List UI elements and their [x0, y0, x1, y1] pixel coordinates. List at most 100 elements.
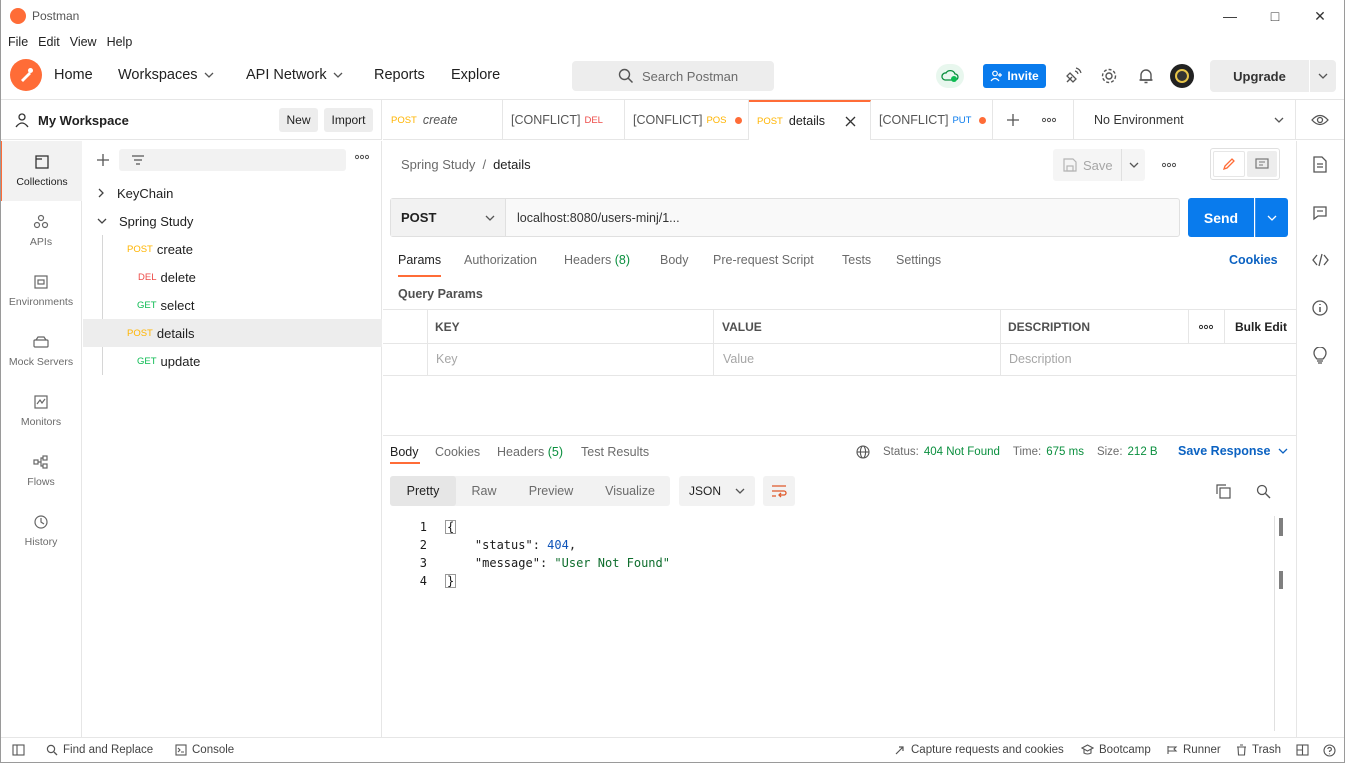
satellite-icon[interactable]: [1064, 67, 1082, 85]
send-options-button[interactable]: [1255, 198, 1288, 237]
add-collection-icon[interactable]: [96, 153, 110, 167]
tab-details[interactable]: POST details: [749, 100, 871, 140]
comments-icon[interactable]: [1312, 205, 1328, 221]
nav-reports[interactable]: Reports: [374, 67, 425, 83]
view-raw[interactable]: Raw: [456, 476, 512, 506]
request-item-select[interactable]: GET select: [83, 291, 382, 319]
view-visualize[interactable]: Visualize: [590, 476, 670, 506]
close-window-button[interactable]: ✕: [1300, 4, 1340, 28]
nav-workspaces[interactable]: Workspaces: [118, 67, 214, 83]
tab-conflict-post[interactable]: [CONFLICT] POS: [625, 100, 749, 140]
sidebar-item-apis[interactable]: APIs: [0, 201, 82, 261]
sidebar-item-environments[interactable]: Environments: [0, 261, 82, 321]
settings-gear-icon[interactable]: [1100, 67, 1118, 85]
find-replace-button[interactable]: Find and Replace: [46, 744, 153, 756]
tab-body[interactable]: Body: [660, 253, 689, 267]
request-item-delete[interactable]: DEL delete: [83, 263, 382, 291]
menu-help[interactable]: Help: [107, 35, 133, 49]
search-input[interactable]: Search Postman: [572, 61, 774, 91]
sync-status-icon[interactable]: [936, 64, 964, 88]
trash-button[interactable]: Trash: [1236, 744, 1281, 756]
tab-create[interactable]: POST create: [383, 100, 503, 140]
code-snippet-icon[interactable]: [1312, 253, 1329, 267]
scrollbar-thumb[interactable]: [1279, 518, 1283, 536]
value-input[interactable]: Value: [723, 352, 754, 366]
filter-input[interactable]: [119, 149, 346, 171]
search-icon[interactable]: [1256, 484, 1271, 499]
avatar[interactable]: [1170, 64, 1194, 88]
help-icon[interactable]: [1323, 744, 1336, 757]
tab-settings[interactable]: Settings: [896, 253, 941, 267]
collection-spring-study[interactable]: Spring Study: [83, 207, 382, 235]
tab-options-icon[interactable]: [1042, 117, 1056, 123]
time-value[interactable]: 675 ms: [1046, 446, 1084, 458]
edit-mode-button[interactable]: [1213, 151, 1245, 177]
maximize-button[interactable]: □: [1255, 4, 1295, 28]
response-tab-cookies[interactable]: Cookies: [435, 445, 480, 459]
nav-home[interactable]: Home: [54, 67, 93, 83]
view-preview[interactable]: Preview: [512, 476, 590, 506]
description-input[interactable]: Description: [1009, 352, 1072, 366]
info-icon[interactable]: [1312, 300, 1328, 316]
new-button[interactable]: New: [279, 108, 318, 132]
close-icon[interactable]: [845, 116, 856, 127]
cookies-link[interactable]: Cookies: [1229, 253, 1278, 267]
view-pretty[interactable]: Pretty: [390, 476, 456, 506]
request-item-create[interactable]: POST create: [83, 235, 382, 263]
menu-edit[interactable]: Edit: [38, 35, 60, 49]
sidebar-item-collections[interactable]: Collections: [0, 141, 82, 201]
minimize-button[interactable]: —: [1210, 4, 1250, 28]
menu-file[interactable]: File: [8, 35, 28, 49]
wrap-lines-button[interactable]: [763, 476, 795, 506]
request-more-options-icon[interactable]: [1162, 162, 1176, 168]
request-item-update[interactable]: GET update: [83, 347, 382, 375]
comment-mode-button[interactable]: [1247, 151, 1277, 177]
tab-conflict-del[interactable]: [CONFLICT] DEL: [503, 100, 625, 140]
tab-authorization[interactable]: Authorization: [464, 253, 537, 267]
lightbulb-icon[interactable]: [1313, 347, 1327, 364]
size-value[interactable]: 212 B: [1128, 446, 1158, 458]
save-response-button[interactable]: Save Response: [1178, 444, 1288, 458]
sidebar-item-history[interactable]: History: [0, 501, 82, 561]
postman-logo-icon[interactable]: [10, 59, 42, 91]
nav-api-network[interactable]: API Network: [246, 67, 343, 83]
bulk-edit-button[interactable]: Bulk Edit: [1235, 320, 1287, 334]
tab-tests[interactable]: Tests: [842, 253, 871, 267]
bootcamp-button[interactable]: Bootcamp: [1081, 744, 1151, 756]
two-pane-icon[interactable]: [1296, 744, 1309, 756]
collection-keychain[interactable]: KeyChain: [83, 179, 382, 207]
invite-button[interactable]: Invite: [983, 64, 1046, 88]
nav-explore[interactable]: Explore: [451, 67, 500, 83]
response-tab-headers[interactable]: Headers (5): [497, 445, 563, 459]
sidebar-item-flows[interactable]: Flows: [0, 441, 82, 501]
add-tab-icon[interactable]: [1006, 113, 1020, 127]
save-options-button[interactable]: [1121, 149, 1145, 181]
capture-button[interactable]: Capture requests and cookies: [894, 744, 1064, 756]
import-button[interactable]: Import: [324, 108, 373, 132]
more-options-icon[interactable]: [355, 154, 369, 160]
runner-button[interactable]: Runner: [1166, 744, 1221, 756]
response-tab-test-results[interactable]: Test Results: [581, 445, 649, 459]
toggle-sidebar-icon[interactable]: [12, 744, 25, 756]
sidebar-item-monitors[interactable]: Monitors: [0, 381, 82, 441]
console-button[interactable]: Console: [175, 744, 234, 756]
environment-quick-look-eye-icon[interactable]: [1311, 113, 1329, 127]
copy-icon[interactable]: [1216, 484, 1231, 499]
documentation-icon[interactable]: [1313, 156, 1327, 173]
globe-icon[interactable]: [856, 445, 870, 459]
notifications-bell-icon[interactable]: [1137, 67, 1155, 85]
request-item-details[interactable]: POST details: [83, 319, 382, 347]
key-input[interactable]: Key: [436, 352, 458, 366]
response-tab-body[interactable]: Body: [390, 445, 419, 459]
environment-select[interactable]: No Environment: [1094, 113, 1284, 127]
scrollbar-track[interactable]: [1274, 516, 1275, 731]
table-options-icon[interactable]: [1199, 324, 1213, 330]
menu-view[interactable]: View: [70, 35, 97, 49]
upgrade-options-button[interactable]: [1310, 60, 1336, 92]
tab-pre-request-script[interactable]: Pre-request Script: [713, 253, 814, 267]
sidebar-item-mock-servers[interactable]: Mock Servers: [0, 321, 82, 381]
send-button[interactable]: Send: [1188, 198, 1254, 237]
tab-conflict-put[interactable]: [CONFLICT] PUT: [871, 100, 993, 140]
method-select[interactable]: POST: [391, 199, 506, 236]
status-value[interactable]: 404 Not Found: [924, 446, 1000, 458]
